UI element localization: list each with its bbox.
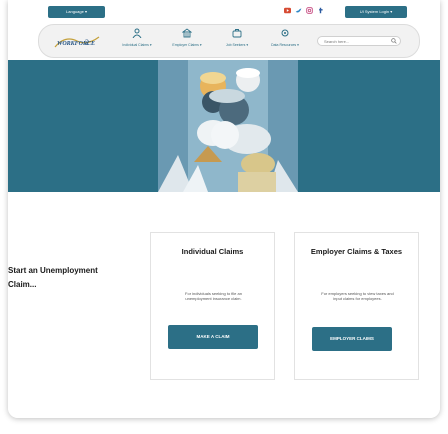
page-frame: Language ▾ UI System Login ▾ WORKFORCE 2… xyxy=(8,0,440,418)
welcome-section: Start an Unemployment Claim... Individua… xyxy=(8,212,440,418)
employer-claims-card: Employer Claims & Taxes For employers se… xyxy=(294,232,419,380)
top-utility-bar: Language ▾ UI System Login ▾ xyxy=(8,0,440,22)
card-description: For individuals seeking to file an unemp… xyxy=(185,291,242,301)
card-description: For employers seeking to view taxes and … xyxy=(321,291,394,301)
nav-job-seekers[interactable]: Job Seekers ▾ xyxy=(217,28,257,55)
system-login-button[interactable]: UI System Login ▾ xyxy=(345,6,407,18)
building-icon xyxy=(182,28,192,38)
make-a-claim-button[interactable]: MAKE A CLAIM xyxy=(168,325,258,349)
instagram-icon[interactable] xyxy=(306,7,313,14)
workforce-logo[interactable]: WORKFORCE 2 xyxy=(53,33,101,51)
hero-banner xyxy=(8,60,440,192)
start-claim-heading: Start an Unemployment Claim... xyxy=(8,266,98,289)
nav-label: Employer Claims ▾ xyxy=(172,43,202,47)
card-title: Employer Claims & Taxes xyxy=(310,247,403,256)
briefcase-icon xyxy=(232,29,242,38)
svg-text:WORKFORCE: WORKFORCE xyxy=(57,41,95,47)
svg-text:2: 2 xyxy=(85,38,89,47)
main-navbar: WORKFORCE 2 Individual Claims ▾ Employer… xyxy=(38,24,420,58)
gear-icon xyxy=(281,29,289,37)
nav-label: Individual Claims ▾ xyxy=(122,43,152,47)
nav-individual-claims[interactable]: Individual Claims ▾ xyxy=(117,28,157,55)
youtube-icon[interactable] xyxy=(284,7,291,14)
person-icon xyxy=(132,28,142,38)
search-icon[interactable] xyxy=(391,38,397,44)
nav-employer-claims[interactable]: Employer Claims ▾ xyxy=(167,28,207,55)
twitter-icon[interactable] xyxy=(295,7,302,14)
search-input[interactable] xyxy=(317,36,401,46)
employer-claims-button[interactable]: EMPLOYER CLAIMS xyxy=(312,327,392,351)
language-button[interactable]: Language ▾ xyxy=(48,6,105,18)
individual-claims-card: Individual Claims For individuals seekin… xyxy=(150,232,275,380)
nav-label: Job Seekers ▾ xyxy=(225,43,249,47)
hero-illustration xyxy=(8,60,440,192)
card-title: Individual Claims xyxy=(181,247,244,256)
social-links xyxy=(284,7,324,14)
nav-data-resources[interactable]: Data Resources ▾ xyxy=(265,28,305,55)
nav-label: Data Resources ▾ xyxy=(271,43,299,47)
facebook-icon[interactable] xyxy=(317,7,324,14)
